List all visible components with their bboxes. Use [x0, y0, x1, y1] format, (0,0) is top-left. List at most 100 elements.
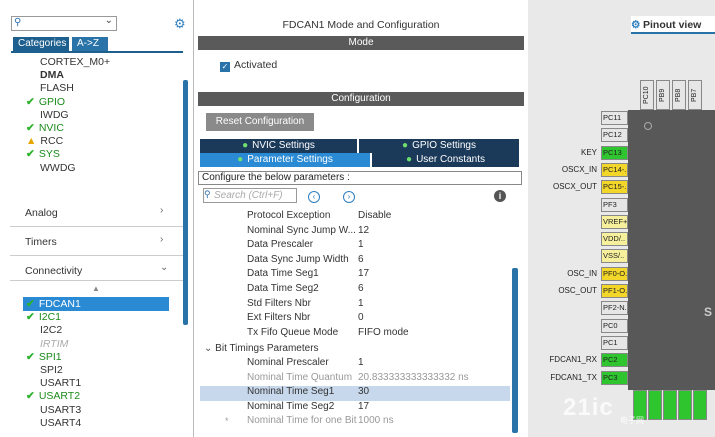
parameter-value[interactable]: 0 [358, 312, 364, 323]
table-row[interactable]: Data Sync Jump Width 6 [200, 254, 510, 269]
sidebar-item[interactable]: IRTIM [40, 338, 68, 350]
table-row[interactable]: Nominal Time for one Bit 1000 ns [200, 415, 510, 430]
sidebar-item[interactable]: USART3 [40, 404, 81, 416]
sidebar-item[interactable]: ✔ FDCAN1 [26, 298, 81, 310]
parameter-value[interactable]: 1000 ns [358, 415, 394, 426]
left-pin[interactable]: PC1 [601, 335, 628, 350]
left-pin[interactable]: PC3 [601, 370, 628, 385]
sidebar-item[interactable]: ✔ USART2 [26, 390, 80, 402]
left-scrollbar[interactable] [183, 80, 188, 325]
reset-configuration-button[interactable]: Reset Configuration [206, 113, 314, 131]
chevron-right-icon[interactable]: › [160, 234, 163, 245]
parameter-value[interactable]: 17 [358, 401, 369, 412]
section-analog[interactable]: Analog [25, 207, 58, 219]
parameter-search-input[interactable]: Search (Ctrl+F) [203, 188, 297, 203]
previous-icon[interactable]: ‹ [308, 191, 320, 203]
sidebar-item[interactable]: I2C2 [40, 324, 62, 336]
parameter-value[interactable]: 20.833333333333332 ns [358, 372, 469, 383]
middle-scrollbar[interactable] [512, 268, 518, 433]
gear-icon[interactable]: ⚙ [174, 16, 186, 32]
parameter-value[interactable]: Disable [358, 210, 391, 221]
mcu-chip[interactable] [628, 110, 715, 390]
left-pin[interactable]: PF2-N.. [601, 301, 628, 316]
sidebar-item[interactable]: WWDG [40, 162, 76, 174]
checkbox-icon[interactable]: ✓ [220, 62, 230, 72]
tab-gpio-settings[interactable]: ● GPIO Settings [359, 139, 519, 153]
sidebar-item[interactable]: SPI2 [40, 364, 63, 376]
left-pin[interactable]: PF0-O.. [601, 266, 628, 281]
parameter-value[interactable]: 6 [358, 283, 364, 294]
table-row[interactable]: Std Filters Nbr 1 [200, 298, 510, 313]
parameter-value[interactable]: 17 [358, 268, 369, 279]
sidebar-item[interactable]: FLASH [40, 82, 74, 94]
top-pin[interactable]: PB8 [672, 80, 686, 110]
parameter-value[interactable]: FIFO mode [358, 327, 409, 338]
bottom-pin[interactable] [693, 390, 707, 420]
sidebar-item[interactable]: ▲ RCC [26, 135, 63, 147]
left-pin[interactable]: PC12 [601, 128, 628, 143]
table-row[interactable]: Nominal Time Quantum 20.833333333333332 n… [200, 372, 510, 387]
table-row[interactable]: Nominal Time Seg2 17 [200, 401, 510, 416]
left-pin[interactable]: PC0 [601, 318, 628, 333]
table-row[interactable]: Nominal Sync Jump W... 12 [200, 225, 510, 240]
left-pin[interactable]: PC13 [601, 145, 628, 160]
table-row[interactable]: Nominal Prescaler 1 [200, 357, 510, 372]
parameter-value[interactable]: 6 [358, 254, 364, 265]
tab-parameter-settings[interactable]: ● Parameter Settings [200, 153, 370, 167]
left-pin[interactable]: PC14-.. [601, 162, 628, 177]
section-timers[interactable]: Timers [25, 236, 57, 248]
sidebar-item[interactable]: ✔ NVIC [26, 122, 64, 134]
parameter-value[interactable]: 1 [358, 298, 364, 309]
left-pin[interactable]: VDD/.. [601, 232, 628, 247]
bit-timings-group[interactable]: ⌄ Bit Timings Parameters [204, 343, 319, 354]
sidebar-item[interactable]: IWDG [40, 109, 69, 121]
sidebar-item[interactable]: CORTEX_M0+ [40, 56, 110, 68]
sort-icon[interactable]: ▲ [92, 284, 100, 293]
chevron-down-icon[interactable]: ⌄ [160, 262, 168, 273]
bottom-pin[interactable] [663, 390, 677, 420]
table-row[interactable]: Data Prescaler 1 [200, 239, 510, 254]
top-pin[interactable]: PC10 [640, 80, 654, 110]
left-pin[interactable]: PC11 [601, 111, 628, 125]
sidebar-item[interactable]: ✔ GPIO [26, 96, 65, 108]
table-row[interactable]: Data Time Seg2 6 [200, 283, 510, 298]
left-pin[interactable]: VREF+ [601, 214, 628, 229]
left-pin[interactable]: PF3 [601, 197, 628, 212]
tab-categories[interactable]: Categories [13, 37, 69, 51]
sidebar-item[interactable]: ✔ I2C1 [26, 311, 61, 323]
parameter-value[interactable]: 12 [358, 225, 369, 236]
chevron-down-icon[interactable]: ⌄ [105, 15, 113, 26]
parameter-value[interactable]: 1 [358, 357, 364, 368]
parameter-value[interactable]: 1 [358, 239, 364, 250]
activated-checkbox[interactable]: ✓ Activated [220, 59, 277, 72]
parameter-value[interactable]: 30 [358, 386, 369, 397]
tab-a-to-z[interactable]: A->Z [72, 37, 108, 51]
left-pin[interactable]: PC2 [601, 353, 628, 368]
tab-pinout-view[interactable]: ⚙ Pinout view [631, 16, 715, 34]
table-row[interactable]: Protocol Exception Disable [200, 210, 510, 225]
left-pin[interactable]: PF1-O.. [601, 284, 628, 298]
next-icon[interactable]: › [343, 191, 355, 203]
section-connectivity[interactable]: Connectivity [25, 265, 82, 277]
left-pin[interactable]: VSS/.. [601, 249, 628, 264]
sidebar-item[interactable]: USART4 [40, 417, 81, 429]
top-pin[interactable]: PB7 [688, 80, 702, 110]
sidebar-item[interactable]: ✔ SPI1 [26, 351, 62, 363]
search-input[interactable]: ⚲ ⌄ [11, 15, 117, 31]
sidebar-item[interactable]: USART1 [40, 377, 81, 389]
bottom-pin[interactable] [678, 390, 692, 420]
table-row[interactable]: Data Time Seg1 17 [200, 268, 510, 283]
bottom-pin[interactable] [648, 390, 662, 420]
info-icon[interactable]: i [494, 190, 506, 202]
sidebar-item[interactable]: ✔ SYS [26, 148, 60, 160]
tab-nvic-settings[interactable]: ● NVIC Settings [200, 139, 357, 153]
top-pin[interactable]: PB9 [656, 80, 670, 110]
chevron-down-icon[interactable]: ⌄ [204, 343, 215, 354]
sidebar-item[interactable]: DMA [40, 69, 64, 81]
left-pin[interactable]: PC15-.. [601, 180, 628, 195]
tab-user-constants[interactable]: ● User Constants [372, 153, 519, 167]
chevron-right-icon[interactable]: › [160, 205, 163, 216]
table-row[interactable]: Ext Filters Nbr 0 [200, 312, 510, 327]
table-row[interactable]: Nominal Time Seg1 30 [200, 386, 510, 401]
table-row[interactable]: Tx Fifo Queue Mode FIFO mode [200, 327, 510, 342]
